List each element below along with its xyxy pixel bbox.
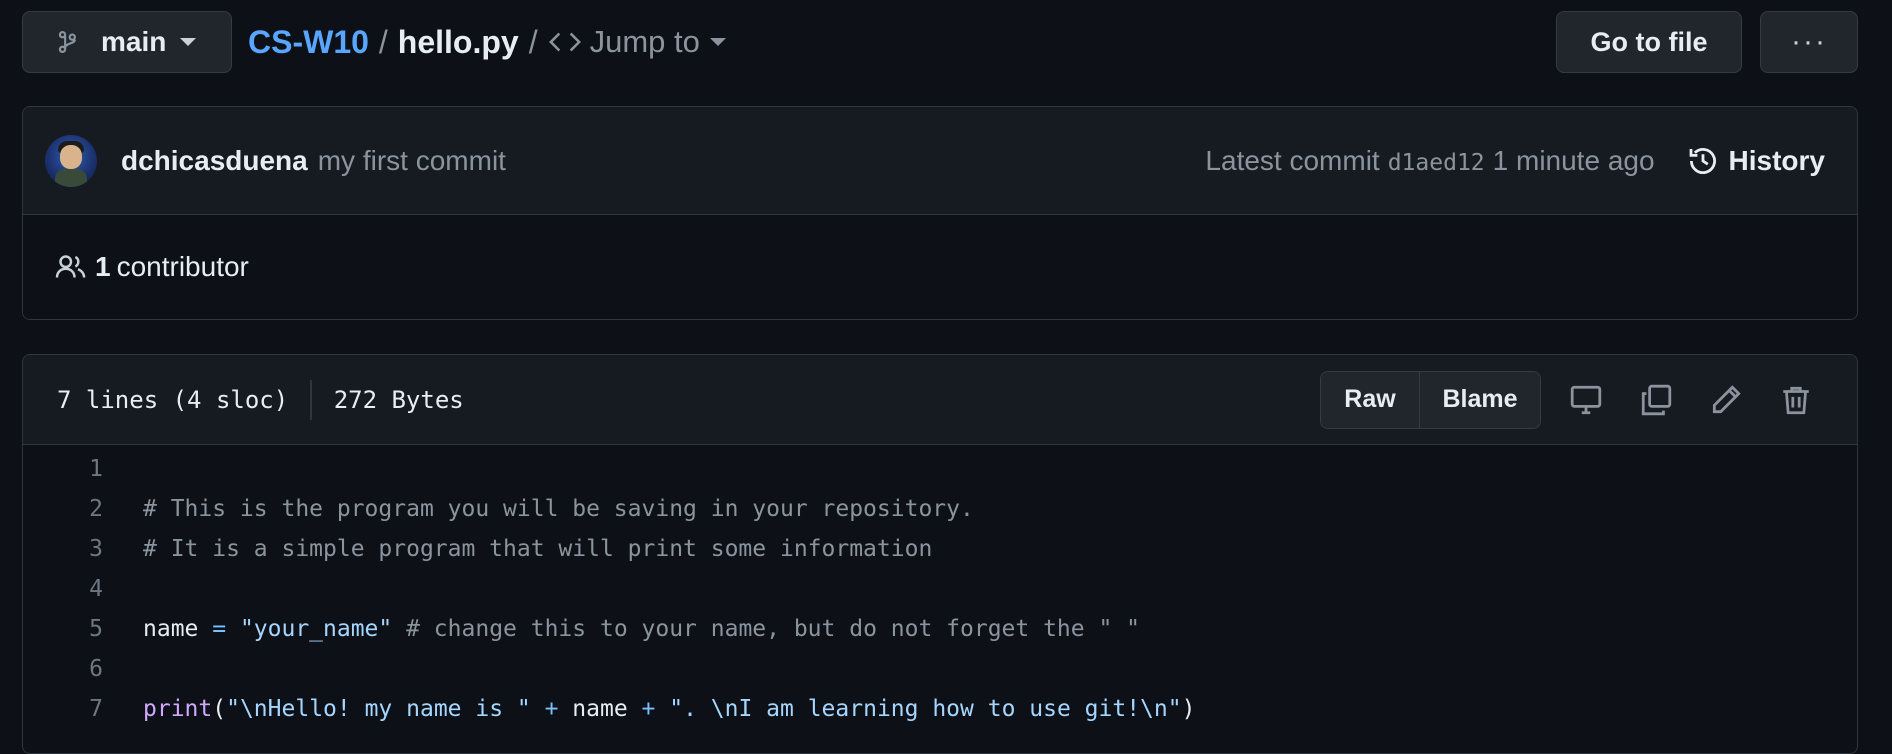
code-icon [548, 32, 581, 52]
line-number[interactable]: 1 [23, 456, 143, 482]
code-line: 2 # This is the program you will be savi… [23, 489, 1857, 529]
commit-row: dchicasduena my first commit Latest comm… [23, 107, 1857, 215]
commit-author-link[interactable]: dchicasduena [121, 145, 308, 177]
history-icon [1689, 147, 1716, 174]
contributor-label: contributor [116, 251, 249, 282]
code-line: 4 [23, 569, 1857, 609]
breadcrumb: CS-W10 / hello.py / Jump to [248, 24, 726, 61]
code-comment: # change this to your name, but do not f… [392, 616, 1141, 642]
line-number[interactable]: 6 [23, 656, 143, 682]
code-line: 5 name = "your_name" # change this to yo… [23, 609, 1857, 649]
commit-message-link[interactable]: my first commit [318, 145, 506, 177]
trash-icon [1783, 386, 1809, 414]
breadcrumb-repo-link[interactable]: CS-W10 [248, 24, 369, 61]
line-number[interactable]: 7 [23, 696, 143, 722]
chevron-down-icon [180, 38, 197, 46]
chevron-down-icon [709, 38, 726, 46]
code-operator: + [530, 696, 573, 722]
blame-button[interactable]: Blame [1420, 371, 1540, 428]
file-header: 7 lines (4 sloc) 272 Bytes Raw Blame [23, 355, 1857, 445]
code-line: 7 print("\nHello! my name is " + name + … [23, 689, 1857, 729]
code-comment: # This is the program you will be saving… [143, 496, 974, 522]
jump-to-label: Jump to [589, 24, 700, 59]
breadcrumb-separator: / [378, 23, 388, 60]
commit-meta: Latest commit d1aed12 1 minute ago [1205, 145, 1654, 177]
copy-icon [1641, 384, 1672, 415]
latest-commit-panel: dchicasduena my first commit Latest comm… [22, 106, 1858, 320]
commit-time: 1 minute ago [1492, 144, 1655, 176]
latest-commit-label: Latest commit [1205, 144, 1380, 176]
line-number[interactable]: 3 [23, 536, 143, 562]
history-label: History [1728, 144, 1825, 176]
commit-sha-link[interactable]: d1aed12 [1388, 150, 1485, 176]
code-identifier: name [572, 696, 628, 722]
breadcrumb-file-name: hello.py [397, 23, 519, 60]
desktop-icon [1570, 385, 1602, 414]
contributors-row[interactable]: 1 contributor [23, 215, 1857, 319]
code-operator: + [627, 696, 670, 722]
code-paren: ( [212, 696, 227, 722]
code-operator: = [198, 616, 240, 642]
code-paren: ) [1181, 696, 1196, 722]
edit-button[interactable] [1691, 383, 1761, 417]
code-view: 1 2 # This is the program you will be sa… [23, 445, 1857, 729]
avatar[interactable] [45, 134, 97, 187]
line-number[interactable]: 5 [23, 616, 143, 642]
code-string: ". \nI am learning how to use git!\n" [669, 696, 1182, 722]
raw-blame-group: Raw Blame [1320, 370, 1541, 429]
branch-name: main [101, 26, 167, 57]
file-viewer: 7 lines (4 sloc) 272 Bytes Raw Blame 1 2… [22, 354, 1858, 754]
divider [310, 379, 312, 420]
go-to-file-button[interactable]: Go to file [1556, 11, 1742, 73]
code-line: 1 [23, 449, 1857, 489]
file-navigation-bar: main CS-W10 / hello.py / Jump to Go to f… [22, 10, 1858, 74]
file-size: 272 Bytes [333, 385, 464, 414]
file-actions: Go to file ··· [1556, 11, 1858, 73]
file-icon-actions [1551, 383, 1831, 417]
code-string: "your_name" [239, 616, 393, 642]
breadcrumb-separator: / [528, 23, 538, 60]
more-options-button[interactable]: ··· [1760, 11, 1858, 73]
raw-button[interactable]: Raw [1321, 371, 1420, 428]
display-button[interactable] [1551, 383, 1621, 417]
branch-selector-button[interactable]: main [22, 11, 232, 73]
file-line-count: 7 lines (4 sloc) [57, 385, 289, 414]
history-link[interactable]: History [1687, 145, 1825, 177]
code-identifier: name [143, 616, 199, 642]
code-line: 6 [23, 649, 1857, 689]
code-function: print [143, 696, 213, 722]
code-string: "\nHello! my name is " [226, 696, 531, 722]
people-icon [55, 255, 86, 278]
pencil-icon [1712, 384, 1741, 413]
delete-button[interactable] [1761, 383, 1831, 417]
code-line: 3 # It is a simple program that will pri… [23, 529, 1857, 569]
jump-to-dropdown[interactable]: Jump to [548, 24, 726, 60]
contributor-count: 1 [95, 251, 111, 282]
git-branch-icon [58, 31, 76, 53]
line-number[interactable]: 2 [23, 496, 143, 522]
line-number[interactable]: 4 [23, 576, 143, 602]
code-comment: # It is a simple program that will print… [143, 536, 933, 562]
copy-button[interactable] [1621, 383, 1691, 417]
